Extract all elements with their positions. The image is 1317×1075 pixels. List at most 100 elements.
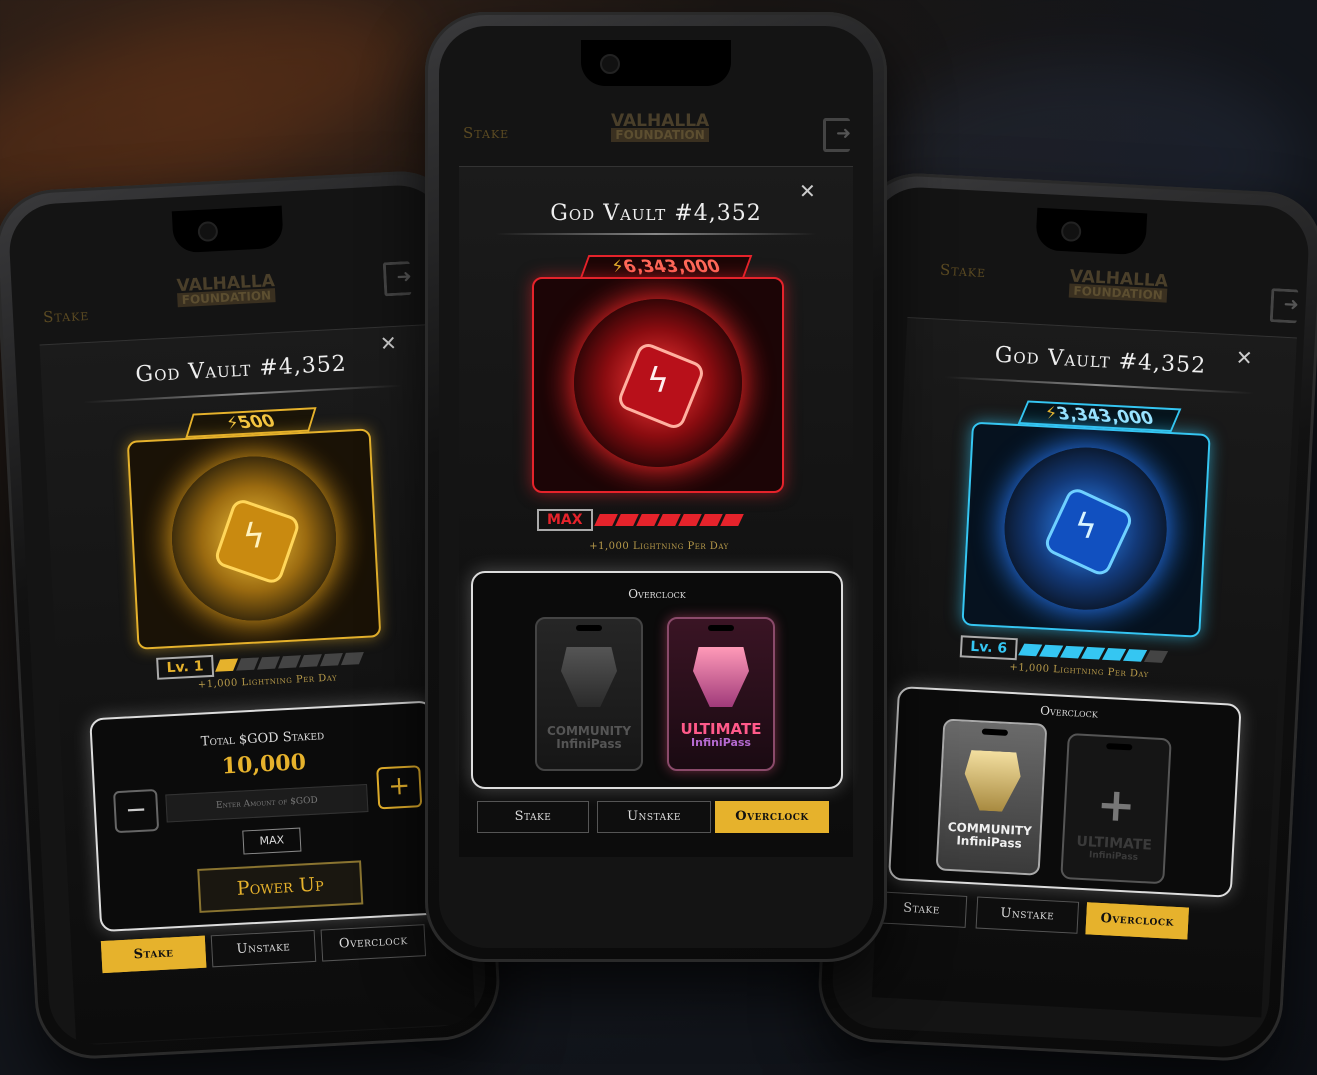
vault-card: ϟ: [961, 421, 1211, 638]
exit-icon[interactable]: [382, 261, 412, 297]
header-stake-link[interactable]: Stake: [463, 124, 509, 142]
infinipass-emblem-icon: [963, 750, 1022, 813]
level-segment: [1080, 646, 1106, 660]
bolt-icon: ϟ: [241, 515, 267, 558]
vault-modal: ✕ God Vault #4,352 ⚡ 500 ϟ Lv. 1 +1,000 …: [39, 323, 476, 1045]
level-segment: [698, 514, 723, 526]
header-stake-link[interactable]: Stake: [940, 261, 987, 281]
phone-screen: Stake VALHALLA FOUNDATION ✕ God Vault #4…: [830, 185, 1311, 1049]
phone-right: Stake VALHALLA FOUNDATION ✕ God Vault #4…: [815, 170, 1317, 1064]
overclock-panel: Overclock COMMUNITY InfiniPass ULTIMATE …: [471, 571, 843, 789]
level-segment: [1143, 650, 1168, 663]
level-segment: [719, 514, 744, 526]
level-segment: [298, 654, 322, 668]
camera: [600, 54, 620, 74]
amount-input[interactable]: Enter Amount of $GOD: [165, 783, 369, 823]
header-stake-link[interactable]: Stake: [43, 306, 90, 326]
phone-screen: Stake VALHALLA FOUNDATION ✕ God Vault #4…: [7, 183, 488, 1047]
pass-name: ULTIMATE InfiniPass: [669, 720, 773, 750]
valhalla-logo: VALHALLA FOUNDATION: [1068, 267, 1168, 303]
bolt-icon: ϟ: [1073, 506, 1098, 548]
community-pass-card[interactable]: COMMUNITY InfiniPass: [935, 718, 1048, 876]
pass-line1: ULTIMATE: [680, 720, 762, 738]
valhalla-logo: VALHALLA FOUNDATION: [611, 111, 710, 142]
vault-orb: ϟ: [167, 452, 341, 625]
pass-hole: [708, 625, 734, 631]
vault-orb: ϟ: [1000, 443, 1171, 614]
level-segment: [1017, 643, 1043, 657]
pass-hole: [1106, 743, 1133, 751]
ultimate-pass-slot[interactable]: + ULTIMATE InfiniPass: [1060, 733, 1172, 885]
close-icon[interactable]: ✕: [799, 179, 816, 203]
level-segment: [214, 658, 238, 672]
add-pass-icon: +: [1095, 776, 1137, 833]
vault-card: ϟ: [532, 277, 784, 493]
level-segment: [656, 514, 681, 526]
notch: [1034, 207, 1147, 256]
level-segment: [677, 514, 702, 526]
vault-card: ϟ: [126, 428, 382, 650]
level-segment: [1059, 645, 1085, 659]
level-segment: [319, 653, 343, 667]
phone-center: Stake VALHALLA FOUNDATION ✕ God Vault #4…: [425, 12, 887, 962]
pass-name: COMMUNITY InfiniPass: [537, 725, 641, 751]
tab-overclock[interactable]: Overclock: [1085, 902, 1189, 940]
pass-line2: InfiniPass: [556, 737, 622, 751]
badge-value: 6,343,000: [620, 257, 724, 277]
valhalla-logo: VALHALLA FOUNDATION: [176, 271, 276, 308]
tab-unstake[interactable]: Unstake: [597, 801, 711, 833]
overclock-panel: Overclock COMMUNITY InfiniPass + ULTIMAT…: [887, 686, 1242, 898]
pass-name: COMMUNITY InfiniPass: [939, 820, 1040, 851]
notch: [171, 205, 284, 254]
level-bar: MAX: [537, 509, 744, 531]
level-segment: [1122, 649, 1148, 662]
power-up-button[interactable]: Power Up: [197, 860, 364, 913]
vault-orb: ϟ: [574, 299, 742, 467]
logo-line2: FOUNDATION: [611, 128, 710, 142]
minus-button[interactable]: −: [113, 788, 160, 834]
tab-stake[interactable]: Stake: [477, 801, 589, 833]
pass-hole: [576, 625, 602, 631]
infinipass-emblem-icon: [561, 647, 617, 707]
tab-overclock[interactable]: Overclock: [320, 924, 427, 962]
phone-screen: Stake VALHALLA FOUNDATION ✕ God Vault #4…: [439, 26, 873, 948]
overclock-heading: Overclock: [628, 587, 686, 601]
level-tag: MAX: [537, 509, 593, 531]
level-segment: [1038, 644, 1064, 658]
plus-button[interactable]: +: [376, 765, 423, 810]
level-segment: [1101, 648, 1127, 661]
community-pass-card[interactable]: COMMUNITY InfiniPass: [535, 617, 643, 771]
ultimate-pass-card[interactable]: ULTIMATE InfiniPass: [667, 617, 775, 771]
exit-icon[interactable]: [823, 118, 851, 152]
pass-name: ULTIMATE InfiniPass: [1063, 834, 1164, 866]
tab-stake[interactable]: Stake: [875, 891, 968, 928]
badge-value: 500: [235, 411, 279, 433]
tab-overclock[interactable]: Overclock: [715, 801, 829, 833]
per-day-text: +1,000 Lightning Per Day: [589, 541, 729, 552]
pass-hole: [981, 728, 1009, 736]
badge-value: 3,343,000: [1054, 403, 1157, 430]
level-segment: [593, 514, 618, 526]
tab-unstake[interactable]: Unstake: [210, 929, 317, 968]
notch: [581, 40, 731, 86]
level-segment: [635, 514, 660, 526]
tab-stake[interactable]: Stake: [100, 935, 207, 974]
exit-icon[interactable]: [1269, 288, 1299, 324]
vault-modal: ✕ God Vault #4,352 ⚡6,343,000 ϟ MAX +1,0…: [459, 166, 853, 857]
level-tag: Lv. 1: [156, 654, 215, 680]
level-segment: [235, 657, 259, 671]
camera: [196, 221, 218, 243]
camera: [1060, 220, 1082, 242]
title-underline: [495, 233, 817, 235]
level-segment: [340, 651, 364, 666]
stake-panel: Total $GOD Staked 10,000 − Enter Amount …: [89, 700, 444, 933]
bolt-icon: ϟ: [646, 361, 670, 401]
level-tag: Lv. 6: [959, 635, 1018, 661]
lightning-badge: ⚡6,343,000: [579, 255, 753, 279]
max-button[interactable]: MAX: [242, 827, 302, 855]
tab-unstake[interactable]: Unstake: [975, 896, 1080, 934]
logo-line1: VALHALLA: [611, 111, 710, 131]
vault-title: God Vault #4,352: [550, 201, 762, 226]
infinipass-emblem-icon: [693, 647, 749, 707]
vault-modal: ✕ God Vault #4,352 ⚡3,343,000 ϟ Lv. 6 +1…: [871, 317, 1297, 1018]
